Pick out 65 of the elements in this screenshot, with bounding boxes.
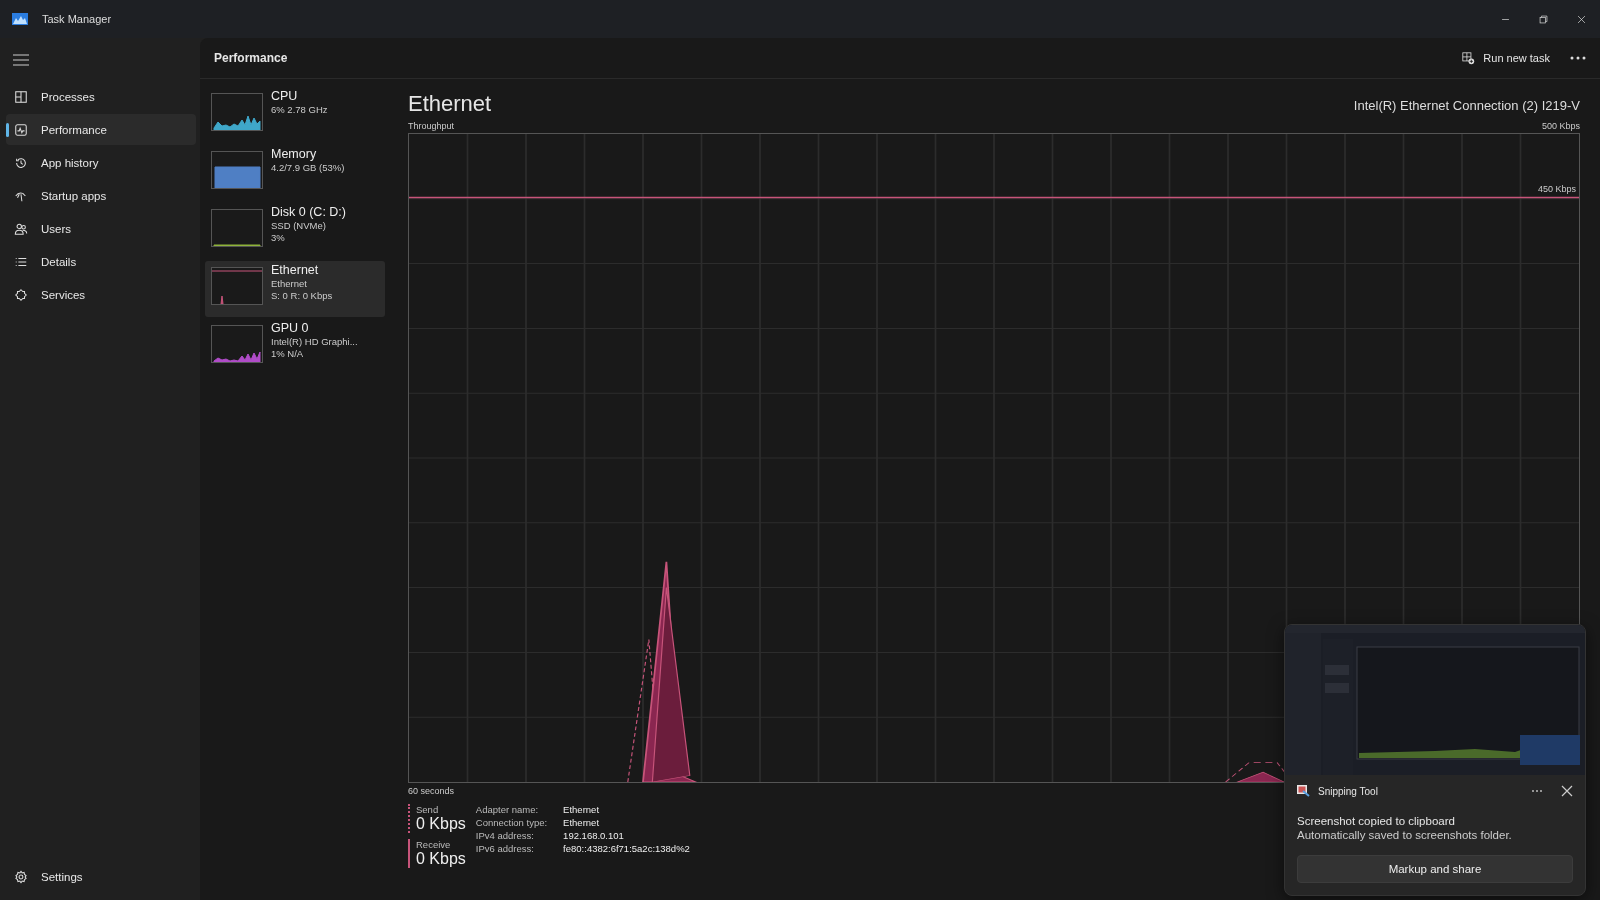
nav-item[interactable]: App history [6, 147, 196, 178]
resource-name: Disk 0 (C: D:) [271, 205, 346, 219]
pulse-icon [14, 122, 28, 137]
nav-item[interactable]: Users [6, 213, 196, 244]
stat-label: Receive [416, 839, 452, 850]
resource-item[interactable]: CPU 6% 2.78 GHz [205, 87, 385, 143]
line-label: 450 Kbps [1537, 184, 1576, 194]
history-icon [14, 155, 28, 170]
restore-icon [1537, 13, 1549, 25]
nav-item[interactable]: Details [6, 246, 196, 277]
stat-value: 0 Kbps [416, 815, 466, 833]
property-label: IPv6 address: [475, 843, 535, 854]
resource-item[interactable]: Disk 0 (C: D:) SSD (NVMe) 3% [205, 203, 385, 259]
nav-item[interactable]: Processes [6, 81, 196, 112]
close-button[interactable] [1561, 785, 1573, 797]
nav-item[interactable]: Services [6, 279, 196, 310]
property-value: Ethernet [563, 804, 601, 815]
stat-label: Send [416, 804, 440, 815]
resource-detail: 1% N/A [271, 348, 305, 359]
adapter-name: Intel(R) Ethernet Connection (2) I219-V [1353, 98, 1580, 113]
resource-detail: Ethernet [271, 278, 308, 289]
time-axis-label: 60 seconds [408, 786, 455, 796]
axis-max-label: 500 Kbps [1541, 121, 1580, 131]
page-title: Performance [214, 51, 289, 65]
add-task-icon [1462, 51, 1476, 65]
property-label: Connection type: [475, 817, 548, 828]
resource-detail: SSD (NVMe) [271, 220, 327, 231]
resource-detail: 6% 2.78 GHz [271, 104, 328, 115]
close-icon [1561, 785, 1573, 797]
resource-detail: S: 0 R: 0 Kbps [271, 290, 333, 301]
app-name: Snipping Tool [1318, 785, 1379, 797]
users-icon [14, 221, 28, 236]
app-icon [12, 13, 28, 25]
notification-title: Screenshot copied to clipboard [1297, 815, 1456, 827]
resource-name: Ethernet [271, 263, 320, 277]
resource-item[interactable]: GPU 0 Intel(R) HD Graphi... 1% N/A [205, 319, 385, 375]
detail-title: Ethernet [408, 91, 492, 117]
run-new-task-button[interactable]: Run new task [1456, 47, 1556, 69]
graph-label: Throughput [408, 121, 455, 131]
snipping-tool-icon [1297, 785, 1310, 797]
notification-text: Automatically saved to screenshots folder. [1297, 829, 1513, 841]
menu-icon[interactable] [13, 54, 29, 66]
resource-detail: 4.2/7.9 GB (53%) [271, 162, 345, 173]
resource-detail: Intel(R) HD Graphi... [271, 336, 358, 347]
grid-icon [14, 89, 28, 104]
property-value: Ethernet [563, 817, 601, 828]
property-label: IPv4 address: [475, 830, 535, 841]
markup-and-share-button[interactable]: Markup and share [1297, 855, 1573, 883]
settings-icon [14, 869, 28, 884]
property-value: fe80::4382:6f71:5a2c:138d%2 [563, 843, 690, 854]
property-label: Adapter name: [475, 804, 540, 815]
resource-item[interactable]: Memory 4.2/7.9 GB (53%) [205, 145, 385, 201]
close-icon [1575, 13, 1587, 25]
property-value: 192.168.0.101 [563, 830, 625, 841]
resource-item[interactable]: Ethernet Ethernet S: 0 R: 0 Kbps [205, 261, 385, 317]
nav-item[interactable]: Performance [6, 114, 196, 145]
nav-item[interactable]: Startup apps [6, 180, 196, 211]
resource-name: GPU 0 [271, 321, 310, 335]
resource-name: Memory [271, 147, 318, 161]
resource-name: CPU [271, 89, 299, 103]
nav-item[interactable]: Settings [6, 861, 196, 892]
stat-value: 0 Kbps [416, 850, 466, 868]
resource-detail: 3% [271, 232, 286, 243]
more-icon[interactable] [1570, 56, 1586, 60]
window-title: Task Manager [42, 13, 113, 25]
